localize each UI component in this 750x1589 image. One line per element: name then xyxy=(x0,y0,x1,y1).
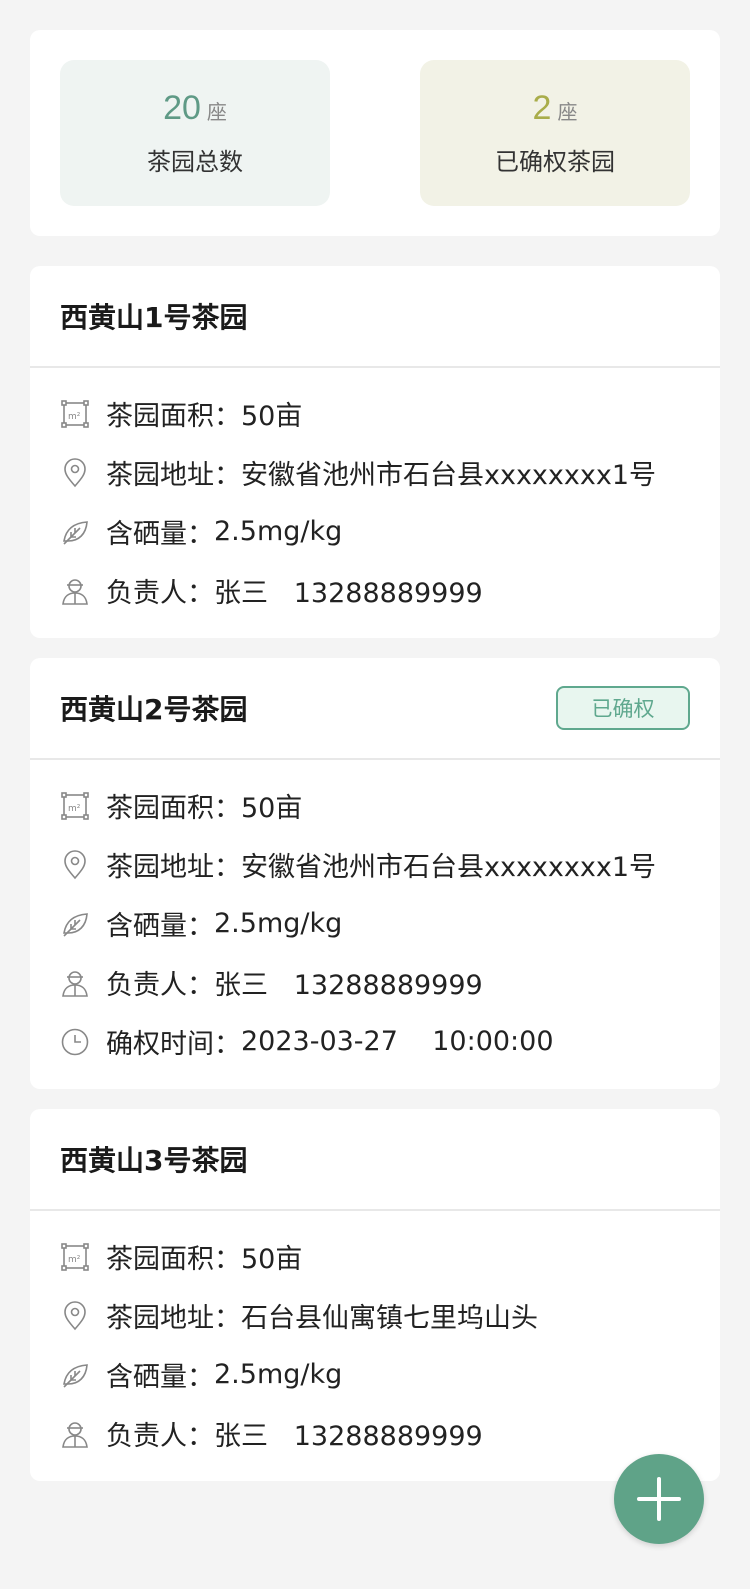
address-label: 茶园地址： xyxy=(106,1303,241,1334)
area-value: 50亩 xyxy=(241,1244,303,1275)
owner-value: 张三 13288889999 xyxy=(214,970,483,1001)
area-square-meter-icon: m² xyxy=(60,399,90,429)
garden-area-row: m² 茶园面积： 50亩 xyxy=(60,1227,690,1286)
leaf-icon xyxy=(60,1360,90,1390)
garden-card-header: 西黄山1号茶园 xyxy=(30,266,720,368)
add-garden-button[interactable] xyxy=(614,1454,704,1544)
clock-icon xyxy=(60,1027,90,1057)
confirmed-gardens-count: 2 xyxy=(532,89,552,127)
garden-card-header: 西黄山2号茶园 已确权 xyxy=(30,658,720,760)
selenium-value: 2.5mg/kg xyxy=(214,1359,343,1390)
leaf-icon xyxy=(60,909,90,939)
owner-value: 张三 13288889999 xyxy=(214,578,483,609)
area-label: 茶园面积： xyxy=(106,401,241,432)
garden-card-header: 西黄山3号茶园 xyxy=(30,1109,720,1211)
owner-label: 负责人： xyxy=(106,578,214,609)
area-value: 50亩 xyxy=(241,401,303,432)
person-icon xyxy=(60,1419,90,1449)
owner-label: 负责人： xyxy=(106,970,214,1001)
selenium-value: 2.5mg/kg xyxy=(214,908,343,939)
svg-text:m²: m² xyxy=(68,412,81,422)
owner-value: 张三 13288889999 xyxy=(214,1421,483,1452)
garden-name: 西黄山2号茶园 xyxy=(60,693,248,726)
garden-selenium-row: 含硒量： 2.5mg/kg xyxy=(60,502,690,561)
address-label: 茶园地址： xyxy=(106,852,241,883)
selenium-value: 2.5mg/kg xyxy=(214,516,343,547)
owner-label: 负责人： xyxy=(106,1421,214,1452)
garden-owner-row: 负责人： 张三 13288889999 xyxy=(60,953,690,1012)
total-gardens-count: 20 xyxy=(163,89,201,127)
selenium-label: 含硒量： xyxy=(106,1362,214,1393)
summary-panel: 20 座 茶园总数 2 座 已确权茶园 xyxy=(30,30,720,236)
confirm-time-label: 确权时间： xyxy=(106,1029,241,1060)
area-label: 茶园面积： xyxy=(106,1244,241,1275)
selenium-label: 含硒量： xyxy=(106,911,214,942)
confirm-time-value: 2023-03-27 10:00:00 xyxy=(241,1026,554,1057)
plus-icon xyxy=(637,1477,681,1521)
area-label: 茶园面积： xyxy=(106,793,241,824)
total-gardens-stat[interactable]: 20 座 茶园总数 xyxy=(60,60,330,206)
garden-owner-row: 负责人： 张三 13288889999 xyxy=(60,561,690,620)
location-pin-icon xyxy=(60,457,90,488)
page-content: 20 座 茶园总数 2 座 已确权茶园 西黄山1号茶园 m² 茶园面积： 50亩 xyxy=(0,0,750,1481)
garden-card[interactable]: 西黄山2号茶园 已确权 m² 茶园面积： 50亩 茶园地址： 安徽省池州市石台县… xyxy=(30,658,720,1089)
garden-area-row: m² 茶园面积： 50亩 xyxy=(60,776,690,835)
garden-area-row: m² 茶园面积： 50亩 xyxy=(60,384,690,443)
garden-selenium-row: 含硒量： 2.5mg/kg xyxy=(60,894,690,953)
address-label: 茶园地址： xyxy=(106,460,241,491)
area-square-meter-icon: m² xyxy=(60,1242,90,1272)
selenium-label: 含硒量： xyxy=(106,519,214,550)
address-value: 石台县仙寓镇七里坞山头 xyxy=(241,1303,538,1334)
garden-name: 西黄山3号茶园 xyxy=(60,1144,248,1177)
garden-address-row: 茶园地址： 石台县仙寓镇七里坞山头 xyxy=(60,1286,690,1345)
person-icon xyxy=(60,576,90,606)
confirmed-status-badge: 已确权 xyxy=(556,686,690,730)
garden-card[interactable]: 西黄山3号茶园 m² 茶园面积： 50亩 茶园地址： 石台县仙寓镇七里坞山头 含… xyxy=(30,1109,720,1481)
area-square-meter-icon: m² xyxy=(60,791,90,821)
confirmed-gardens-label: 已确权茶园 xyxy=(495,148,615,176)
address-value: 安徽省池州市石台县xxxxxxxx1号 xyxy=(241,460,657,491)
garden-card[interactable]: 西黄山1号茶园 m² 茶园面积： 50亩 茶园地址： 安徽省池州市石台县xxxx… xyxy=(30,266,720,638)
confirmed-gardens-stat[interactable]: 2 座 已确权茶园 xyxy=(420,60,690,206)
leaf-icon xyxy=(60,517,90,547)
location-pin-icon xyxy=(60,1300,90,1331)
confirmed-gardens-unit: 座 xyxy=(557,100,578,124)
svg-text:m²: m² xyxy=(68,1255,81,1265)
garden-address-row: 茶园地址： 安徽省池州市石台县xxxxxxxx1号 xyxy=(60,443,690,502)
garden-name: 西黄山1号茶园 xyxy=(60,301,248,334)
total-gardens-label: 茶园总数 xyxy=(147,148,243,176)
garden-address-row: 茶园地址： 安徽省池州市石台县xxxxxxxx1号 xyxy=(60,835,690,894)
svg-text:m²: m² xyxy=(68,804,81,814)
garden-selenium-row: 含硒量： 2.5mg/kg xyxy=(60,1345,690,1404)
area-value: 50亩 xyxy=(241,793,303,824)
garden-confirm-time-row: 确权时间： 2023-03-27 10:00:00 xyxy=(60,1012,690,1071)
address-value: 安徽省池州市石台县xxxxxxxx1号 xyxy=(241,852,657,883)
location-pin-icon xyxy=(60,849,90,880)
person-icon xyxy=(60,968,90,998)
garden-owner-row: 负责人： 张三 13288889999 xyxy=(60,1404,690,1463)
total-gardens-unit: 座 xyxy=(206,100,227,124)
